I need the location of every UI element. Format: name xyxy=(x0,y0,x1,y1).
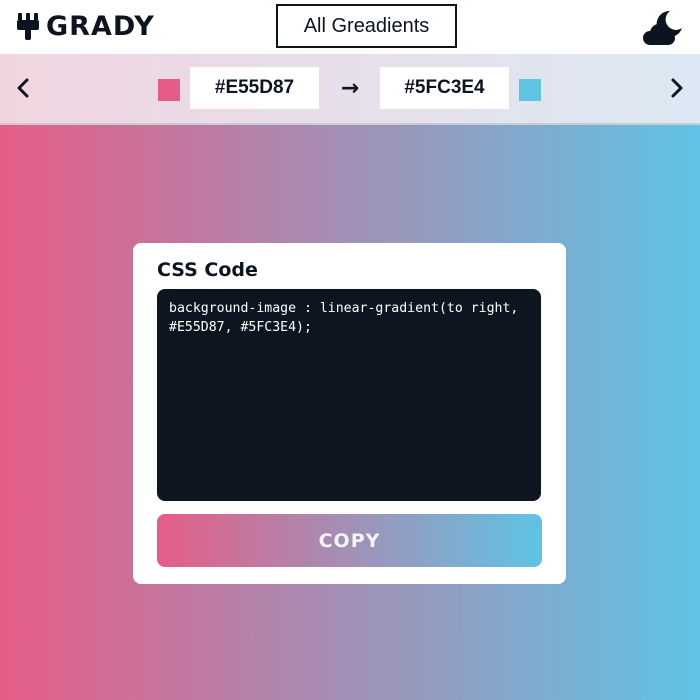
direction-arrow[interactable]: → xyxy=(335,74,365,102)
css-code-card: CSS Code background-image : linear-gradi… xyxy=(133,243,566,584)
card-title: CSS Code xyxy=(157,259,258,281)
brand-name: GRADY xyxy=(46,10,155,42)
header: GRADY All Greadients xyxy=(0,0,700,54)
start-color-swatch[interactable] xyxy=(158,79,180,101)
css-code-text: background-image : linear-gradient(to ri… xyxy=(169,301,527,335)
all-gradients-button[interactable]: All Greadients xyxy=(276,4,457,48)
end-hex-field[interactable]: #5FC3E4 xyxy=(380,67,509,109)
code-block[interactable]: background-image : linear-gradient(to ri… xyxy=(157,289,541,501)
chevron-right-icon[interactable] xyxy=(666,74,688,102)
end-color-swatch[interactable] xyxy=(519,79,541,101)
copy-button[interactable]: COPY xyxy=(157,514,542,567)
moon-cloud-icon[interactable] xyxy=(640,8,684,48)
paint-brush-icon xyxy=(17,13,39,40)
logo[interactable]: GRADY xyxy=(16,10,155,42)
color-bar: #E55D87 → #5FC3E4 xyxy=(0,54,700,125)
chevron-left-icon[interactable] xyxy=(12,74,34,102)
start-hex-field[interactable]: #E55D87 xyxy=(190,67,319,109)
